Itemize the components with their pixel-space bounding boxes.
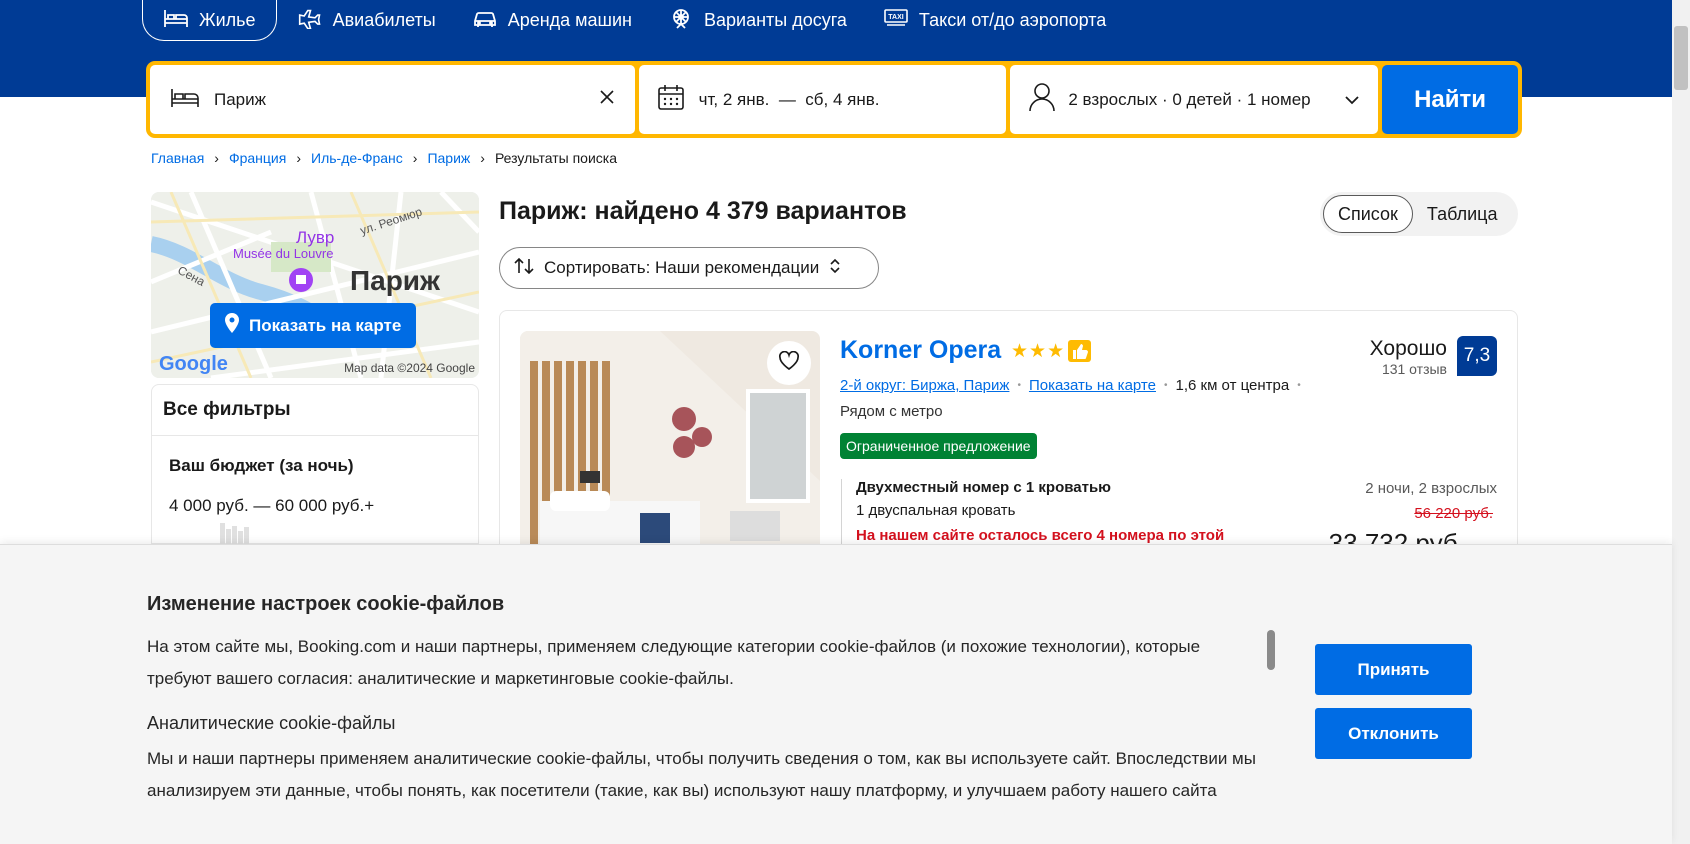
chevron-right-icon: › [480, 150, 485, 166]
sort-icon [514, 257, 534, 280]
dates-field[interactable]: чт, 2 янв. — сб, 4 янв. [638, 65, 1007, 134]
search-bar: Париж чт, 2 янв. — сб, 4 янв. 2 взрослых… [146, 61, 1522, 138]
hotel-name-link[interactable]: Korner Opera [840, 336, 1001, 365]
map-city-label: Париж [350, 265, 440, 296]
breadcrumb-region[interactable]: Иль-де-Франс [311, 150, 403, 166]
distance-text: 1,6 км от центра [1175, 377, 1290, 394]
favorite-button[interactable] [767, 341, 811, 385]
search-button[interactable]: Найти [1382, 65, 1518, 134]
breadcrumb-country[interactable]: Франция [229, 150, 286, 166]
rooms-left-alert: На нашем сайте осталось всего 4 номера п… [856, 527, 1225, 544]
main-nav: Жилье Авиабилеты Аренда машин Варианты д… [142, 0, 1126, 41]
metro-text: Рядом с метро [840, 403, 943, 420]
map-preview[interactable]: ул. Реомюр Лувр Musée du Louvre Сена Пар… [151, 192, 479, 378]
property-card: Korner Opera ★★★ 2-й округ: Биржа, Париж… [499, 310, 1518, 570]
show-on-map-button[interactable]: Показать на карте [210, 303, 417, 348]
bed-icon [163, 7, 189, 34]
nav-tab-attractions[interactable]: Варианты досуга [652, 0, 863, 41]
budget-title: Ваш бюджет (за ночь) [169, 456, 354, 475]
svg-text:TAXI: TAXI [888, 14, 903, 21]
chevron-down-icon [1344, 90, 1360, 110]
star-rating: ★★★ [1011, 341, 1066, 362]
cookie-analytics-text: Мы и наши партнеры применяем аналитическ… [147, 749, 1256, 800]
cookie-scrollbar[interactable] [1267, 630, 1275, 670]
chevron-right-icon: › [214, 150, 219, 166]
view-toggle: Список Таблица [1320, 192, 1518, 236]
cookie-text: На этом сайте мы, Booking.com и наши пар… [147, 637, 1201, 688]
car-icon [472, 7, 498, 34]
taxi-icon: TAXI [883, 7, 909, 34]
nav-tab-flights[interactable]: Авиабилеты [281, 0, 452, 41]
destination-field[interactable]: Париж [150, 65, 635, 134]
plane-icon [297, 7, 323, 34]
room-bed: 1 двуспальная кровать [856, 502, 1016, 519]
view-list-button[interactable]: Список [1323, 195, 1413, 233]
nav-tab-label: Такси от/до аэропорта [918, 10, 1107, 30]
clear-icon[interactable] [599, 89, 615, 110]
sort-label: Сортировать: Наши рекомендации [544, 258, 820, 277]
page-scrollbar[interactable] [1672, 0, 1690, 844]
show-on-map-label: Показать на карте [249, 315, 402, 335]
cookie-banner: Изменение настроек cookie-файлов На этом… [0, 544, 1672, 844]
scrollbar-thumb[interactable] [1674, 26, 1688, 90]
guests-value: 2 взрослых · 0 детей · 1 номер [1068, 89, 1311, 109]
show-on-map-link[interactable]: Показать на карте [1029, 377, 1156, 394]
nav-tab-label: Аренда машин [507, 10, 632, 30]
google-logo: Google [159, 353, 228, 375]
guests-field[interactable]: 2 взрослых · 0 детей · 1 номер [1010, 65, 1379, 134]
cookie-analytics-title: Аналитические cookie-файлы [147, 713, 396, 733]
calendar-icon [657, 83, 685, 116]
separator-dot: • [1163, 380, 1168, 391]
results-title: Париж: найдено 4 379 вариантов [499, 197, 907, 225]
room-name: Двухместный номер с 1 кроватью [856, 479, 1111, 496]
old-price: 56 220 руб. [1414, 505, 1493, 522]
separator-dot: • [1017, 380, 1021, 391]
nav-tab-car-rental[interactable]: Аренда машин [456, 0, 648, 41]
review-score-badge[interactable]: 7,3 [1457, 336, 1497, 376]
heart-icon [778, 350, 800, 376]
cookie-title: Изменение настроек cookie-файлов [147, 593, 505, 615]
breadcrumb: Главная › Франция › Иль-де-Франс › Париж… [151, 150, 617, 166]
stay-summary: 2 ночи, 2 взрослых [1365, 480, 1497, 497]
separator-dot: • [1297, 380, 1301, 391]
nav-tab-label: Варианты досуга [704, 10, 847, 30]
chevron-updown-icon [829, 258, 841, 279]
location-row: 2-й округ: Биржа, Париж • Показать на ка… [840, 377, 1301, 394]
deal-badge: Ограниченное предложение [840, 433, 1037, 459]
attractions-icon [668, 7, 694, 34]
thumbs-up-icon [1068, 340, 1091, 362]
nav-tab-label: Авиабилеты [332, 10, 436, 30]
nav-tab-label: Жилье [199, 9, 256, 30]
nav-tab-airport-taxi[interactable]: TAXI Такси от/до аэропорта [867, 0, 1122, 41]
sort-button[interactable]: Сортировать: Наши рекомендации [499, 247, 879, 289]
review-score-word: Хорошо [1369, 337, 1447, 360]
breadcrumb-city[interactable]: Париж [427, 150, 470, 166]
room-info: Двухместный номер с 1 кроватью 1 двуспал… [841, 479, 1224, 544]
destination-input[interactable]: Париж [214, 90, 599, 110]
filters-panel: Все фильтры Ваш бюджет (за ночь) 4 000 р… [151, 384, 479, 545]
map-credit: Map data ©2024 Google [344, 361, 475, 375]
map-louvre-label: Лувр [296, 228, 335, 247]
chevron-right-icon: › [296, 150, 302, 166]
dates-value: чт, 2 янв. — сб, 4 янв. [698, 89, 880, 109]
nav-tab-stays[interactable]: Жилье [142, 0, 277, 41]
reject-cookies-button[interactable]: Отклонить [1315, 708, 1472, 759]
review-count: 131 отзыв [1381, 361, 1447, 377]
page: Жилье Авиабилеты Аренда машин Варианты д… [0, 0, 1690, 844]
district-link[interactable]: 2-й округ: Биржа, Париж [840, 377, 1009, 394]
map-pin-icon [225, 313, 239, 338]
person-icon [1028, 82, 1056, 117]
bed-icon [170, 85, 200, 114]
all-filters-title: Все фильтры [152, 385, 478, 436]
breadcrumb-home[interactable]: Главная [151, 150, 204, 166]
map-louvre-sublabel: Musée du Louvre [233, 246, 334, 261]
accept-cookies-button[interactable]: Принять [1315, 644, 1472, 695]
chevron-right-icon: › [412, 150, 418, 166]
breadcrumb-current: Результаты поиска [494, 150, 617, 166]
budget-histogram [220, 523, 249, 545]
budget-value: 4 000 руб. — 60 000 руб.+ [169, 496, 375, 515]
view-table-button[interactable]: Таблица [1413, 195, 1512, 233]
